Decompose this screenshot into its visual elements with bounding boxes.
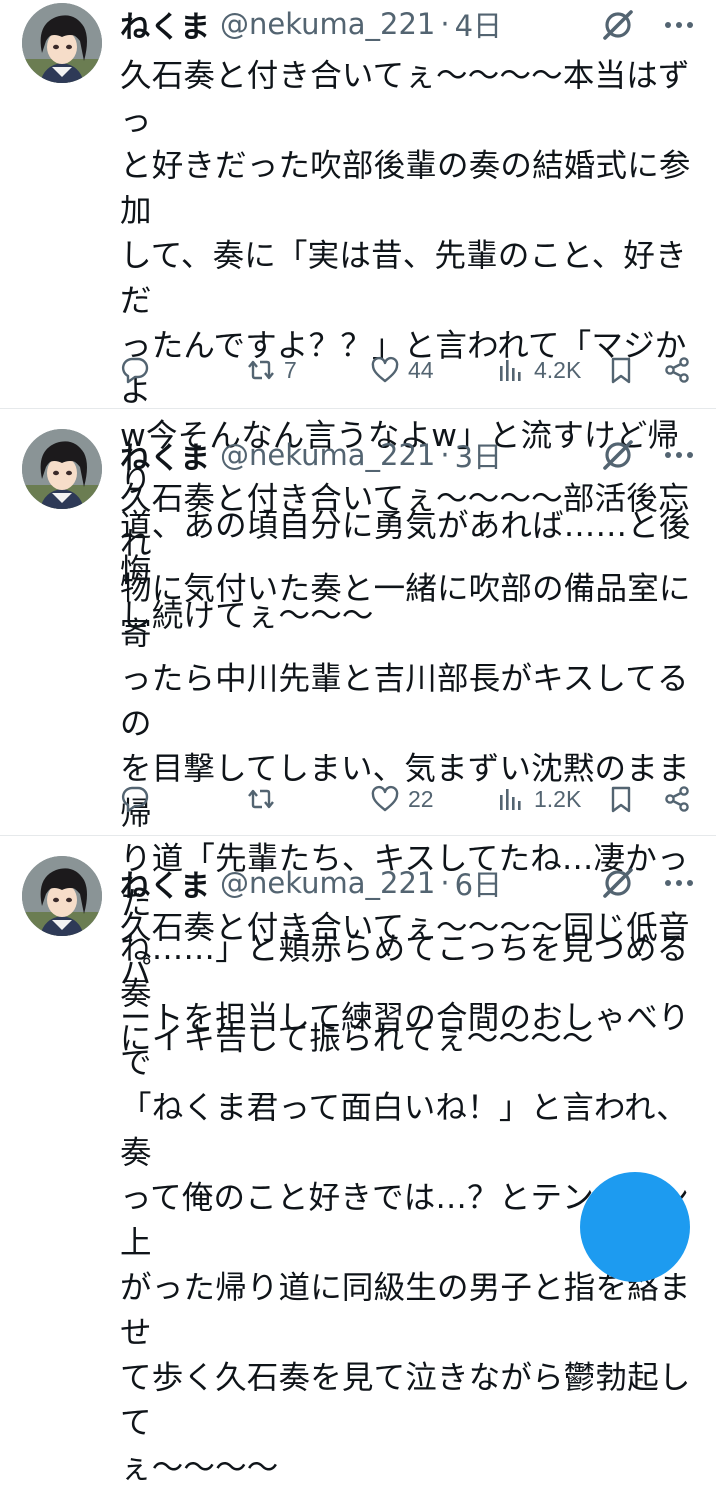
share-icon: [662, 784, 692, 814]
views-icon: [496, 784, 526, 814]
grok-icon[interactable]: [600, 865, 636, 901]
view-count: 4.2K: [534, 356, 582, 383]
bookmark-button[interactable]: [606, 779, 636, 819]
avatar[interactable]: [22, 429, 102, 509]
reply-button[interactable]: [120, 350, 158, 390]
like-count: 44: [408, 356, 434, 383]
reply-icon: [120, 784, 150, 814]
tweet[interactable]: ねくま @nekuma_221 · 3日 久石奏と付き合いてぇ〜〜〜〜部活後忘れ…: [0, 409, 716, 1057]
retweet-count: 7: [284, 356, 297, 383]
user-handle[interactable]: @nekuma_221: [220, 438, 435, 472]
more-icon[interactable]: [664, 437, 694, 473]
retweet-icon: [246, 784, 276, 814]
avatar[interactable]: [22, 3, 102, 83]
tweet-actions: 7 44 4.2K: [120, 350, 700, 390]
heart-icon: [370, 355, 400, 385]
separator-dot: ·: [440, 7, 450, 41]
bookmark-icon: [606, 355, 636, 385]
retweet-button[interactable]: 7: [246, 350, 297, 390]
user-handle[interactable]: @nekuma_221: [220, 866, 435, 900]
user-handle[interactable]: @nekuma_221: [220, 7, 435, 41]
bookmark-button[interactable]: [606, 350, 636, 390]
views-button[interactable]: 1.2K: [496, 779, 581, 819]
tweet-header: ねくま @nekuma_221 · 6日: [120, 862, 502, 904]
share-button[interactable]: [662, 350, 692, 390]
tweet-header: ねくま @nekuma_221 · 3日: [120, 434, 502, 476]
timestamp[interactable]: 3日: [455, 434, 502, 476]
share-button[interactable]: [662, 779, 692, 819]
share-icon: [662, 355, 692, 385]
tweet[interactable]: ねくま @nekuma_221 · 6日 久石奏と付き合いてぇ〜〜〜〜同じ低音パ…: [0, 836, 716, 1486]
retweet-icon: [246, 355, 276, 385]
separator-dot: ·: [440, 866, 450, 900]
reply-button[interactable]: [120, 779, 158, 819]
like-button[interactable]: 22: [370, 779, 434, 819]
reply-icon: [120, 355, 150, 385]
display-name[interactable]: ねくま: [120, 2, 210, 46]
view-count: 1.2K: [534, 785, 582, 812]
views-icon: [496, 355, 526, 385]
tweet-header: ねくま @nekuma_221 · 4日: [120, 3, 502, 45]
grok-icon[interactable]: [600, 437, 636, 473]
bookmark-icon: [606, 784, 636, 814]
grok-icon[interactable]: [600, 7, 636, 43]
views-button[interactable]: 4.2K: [496, 350, 581, 390]
tweet-actions: 22 1.2K: [120, 779, 700, 819]
avatar[interactable]: [22, 856, 102, 936]
display-name[interactable]: ねくま: [120, 433, 210, 477]
like-count: 22: [408, 785, 434, 812]
timestamp[interactable]: 4日: [455, 3, 502, 45]
separator-dot: ·: [440, 438, 450, 472]
compose-button[interactable]: [580, 1172, 690, 1282]
retweet-button[interactable]: [246, 779, 284, 819]
timestamp[interactable]: 6日: [455, 862, 502, 904]
tweet[interactable]: ねくま @nekuma_221 · 4日 久石奏と付き合いてぇ〜〜〜〜本当はずっ…: [0, 0, 716, 634]
more-icon[interactable]: [664, 7, 694, 43]
more-icon[interactable]: [664, 865, 694, 901]
heart-icon: [370, 784, 400, 814]
like-button[interactable]: 44: [370, 350, 434, 390]
display-name[interactable]: ねくま: [120, 861, 210, 905]
